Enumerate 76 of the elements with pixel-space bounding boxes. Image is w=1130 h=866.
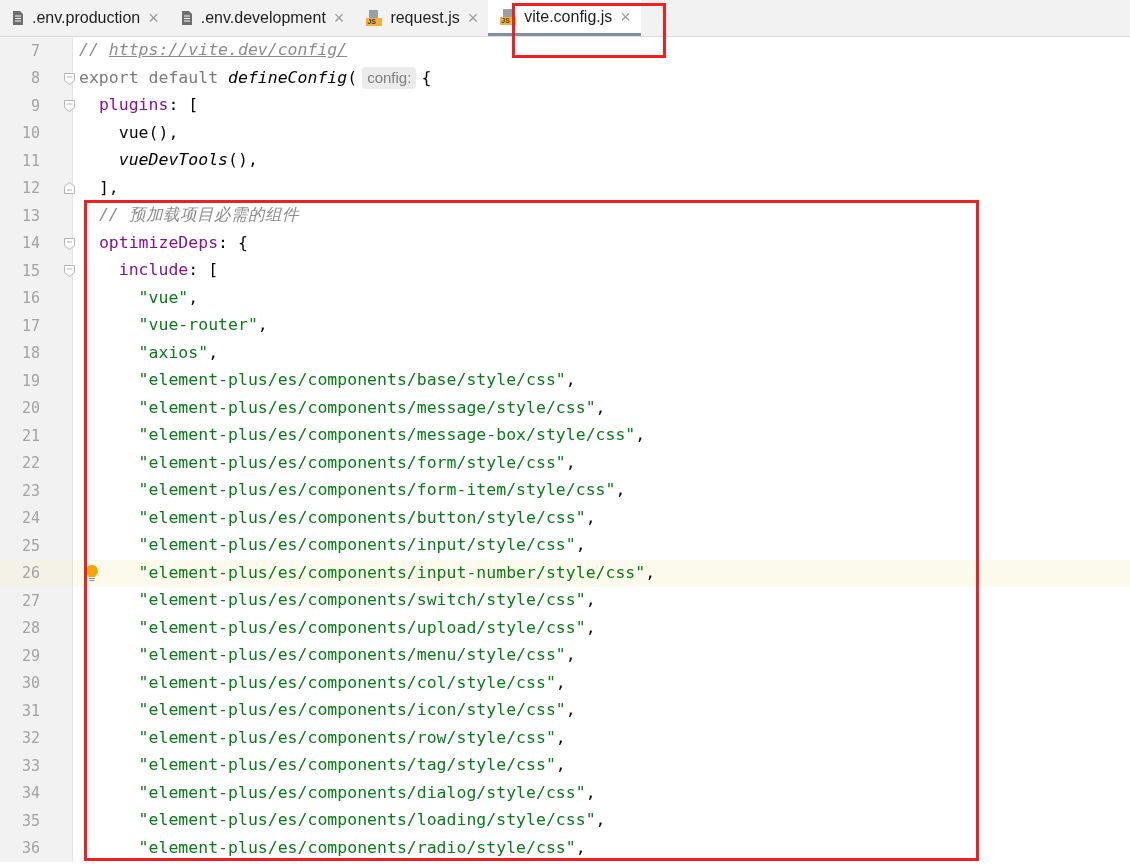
- code-text: "element-plus/es/components/form-item/style/css",: [138, 479, 626, 502]
- code-text: "element-plus/es/components/input-number/style/css",: [138, 561, 656, 584]
- line-number: 20: [20, 398, 40, 419]
- code-text: "element-plus/es/components/message/style/css",: [138, 396, 606, 419]
- code-text: vue(),: [118, 121, 179, 144]
- code-text: "element-plus/es/components/dialog/style/css",: [138, 781, 596, 804]
- fold-marker-icon[interactable]: [64, 237, 75, 250]
- code-text: "element-plus/es/components/message-box/style/css",: [138, 424, 646, 447]
- code-text: "element-plus/es/components/switch/style/css",: [138, 589, 596, 612]
- line-number: 28: [20, 618, 40, 639]
- line-number: 27: [20, 590, 40, 612]
- code-text: "element-plus/es/components/button/style/css",: [138, 506, 596, 529]
- code-text: "element-plus/es/components/form/style/css",: [138, 451, 576, 474]
- code-text: "element-plus/es/components/menu/style/css",: [138, 644, 576, 667]
- fold-marker-icon[interactable]: [64, 72, 75, 85]
- tab-label: request.js: [390, 8, 460, 28]
- code-text: "vue-router",: [138, 314, 268, 337]
- code-text: "vue",: [138, 286, 199, 309]
- code-text: "element-plus/es/components/loading/style/css",: [138, 809, 606, 832]
- line-number: 25: [20, 535, 40, 557]
- line-number: 24: [20, 508, 40, 529]
- code-text: "element-plus/es/components/col/style/css",: [138, 671, 566, 694]
- line-number: 21: [20, 425, 40, 447]
- line-number: 18: [20, 343, 40, 364]
- code-text: optimizeDeps: {: [98, 231, 248, 254]
- code-text: "element-plus/es/components/input/style/css",: [138, 534, 586, 557]
- parameter-hint: config:: [362, 67, 417, 90]
- code-text: export default defineConfig(: [79, 66, 358, 89]
- lightbulb-icon[interactable]: [85, 563, 99, 582]
- tab-label: .env.production: [32, 8, 141, 28]
- text-file-icon: [12, 10, 24, 26]
- fold-marker-icon[interactable]: [64, 181, 75, 194]
- code-text: "element-plus/es/components/upload/style/css",: [138, 616, 596, 639]
- line-number: 35: [20, 810, 40, 832]
- line-number: 11: [20, 150, 40, 172]
- line-number: 19: [20, 370, 40, 392]
- line-number: 23: [20, 480, 40, 502]
- code-text: "axios",: [138, 341, 219, 364]
- fold-marker-icon[interactable]: [64, 100, 75, 112]
- line-number: 31: [20, 700, 40, 722]
- line-number: 26: [20, 563, 40, 584]
- code-text: {: [421, 66, 432, 89]
- editor-tab[interactable]: .env.production ×: [0, 0, 169, 36]
- code-comment: // 预加载项目必需的组件: [98, 204, 299, 227]
- line-number: 16: [20, 288, 40, 309]
- tab-label: .env.development: [200, 8, 326, 28]
- line-number: 30: [20, 673, 40, 694]
- line-number: 29: [20, 645, 40, 667]
- code-text: "element-plus/es/components/radio/style/css",: [138, 836, 586, 859]
- editor-tab[interactable]: .env.development ×: [168, 0, 355, 36]
- line-number: 7: [29, 40, 40, 62]
- text-file-icon: [180, 10, 193, 26]
- code-text: "element-plus/es/components/tag/style/css",: [138, 754, 566, 777]
- line-number: 32: [20, 728, 40, 749]
- code-text: "element-plus/es/components/icon/style/css",: [138, 699, 576, 722]
- code-text: "element-plus/es/components/row/style/css",: [138, 726, 566, 749]
- code-text: vueDevTools(),: [118, 149, 258, 172]
- line-number: 15: [20, 260, 40, 282]
- line-number: 33: [20, 755, 40, 777]
- line-number: 9: [29, 95, 40, 117]
- line-number: 13: [20, 205, 40, 227]
- line-number: 14: [20, 233, 40, 254]
- line-number: 10: [20, 123, 40, 144]
- line-number: 36: [20, 838, 40, 859]
- line-number: 22: [20, 453, 40, 474]
- tab-label: vite.config.js: [524, 6, 613, 27]
- line-number: 17: [20, 315, 40, 337]
- fold-marker-icon[interactable]: [64, 265, 75, 277]
- line-number: 34: [20, 783, 40, 804]
- code-text: ],: [98, 176, 119, 199]
- line-number: 12: [20, 178, 40, 199]
- line-number: 8: [29, 68, 40, 89]
- code-comment: // https://vite.dev/config/: [79, 39, 348, 62]
- code-text: "element-plus/es/components/base/style/css",: [138, 369, 576, 392]
- code-text: include: [: [118, 259, 219, 282]
- code-text: plugins: [: [98, 94, 199, 117]
